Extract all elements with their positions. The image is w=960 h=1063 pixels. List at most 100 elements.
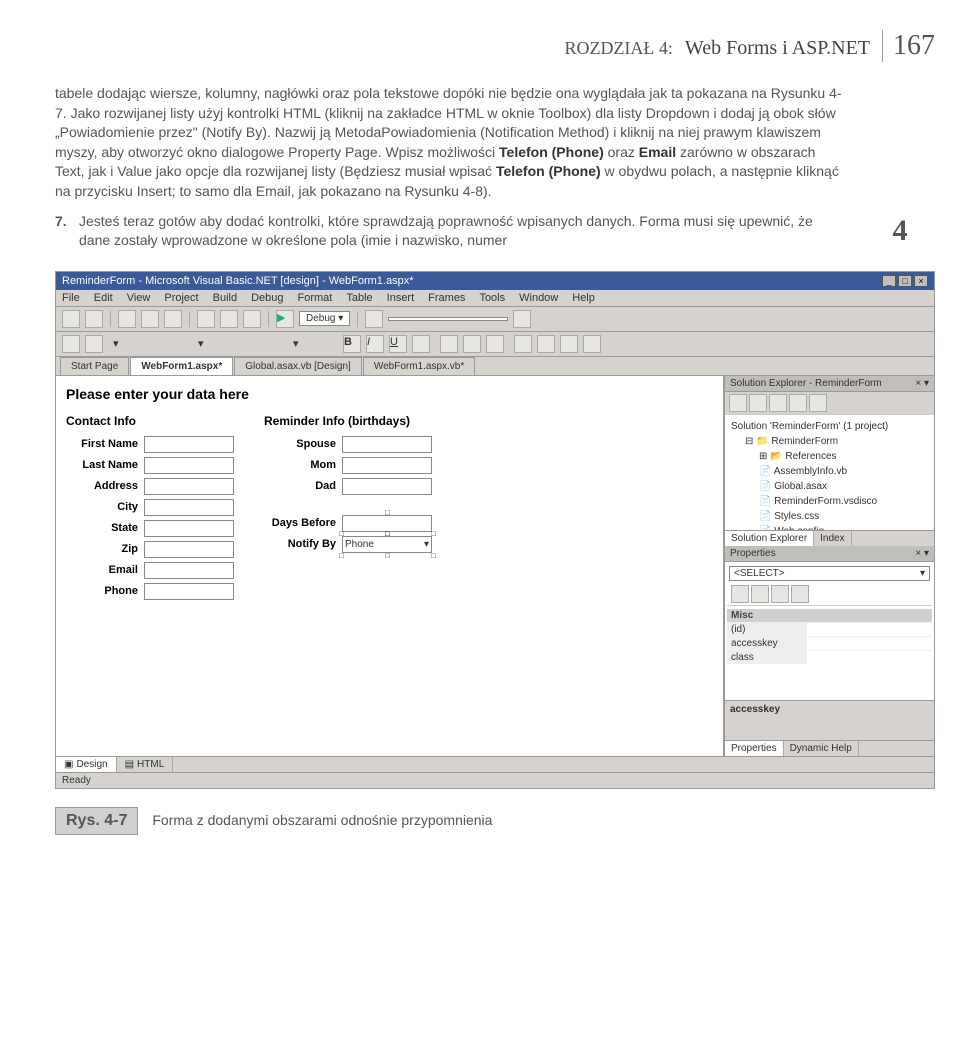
tab-properties[interactable]: Properties <box>725 741 784 756</box>
toolbar-button[interactable] <box>141 310 159 328</box>
tab-dynamic-help[interactable]: Dynamic Help <box>784 741 859 756</box>
minimize-button[interactable]: _ <box>882 275 896 287</box>
align-right-button[interactable] <box>486 335 504 353</box>
menu-tools[interactable]: Tools <box>479 292 505 304</box>
city-input[interactable] <box>144 499 234 516</box>
maximize-button[interactable]: □ <box>898 275 912 287</box>
toolbar-button[interactable] <box>412 335 430 353</box>
zip-input[interactable] <box>144 541 234 558</box>
panel-toolbar-button[interactable] <box>769 394 787 412</box>
panel-toolbar-button[interactable] <box>809 394 827 412</box>
menu-build[interactable]: Build <box>213 292 237 304</box>
format-toolbar: ▾ ▾ ▾ B I U <box>56 332 934 357</box>
menubar: File Edit View Project Build Debug Forma… <box>56 290 934 307</box>
chapter-title: Web Forms i ASP.NET <box>685 37 870 60</box>
menu-view[interactable]: View <box>127 292 151 304</box>
toolbar-button[interactable] <box>197 310 215 328</box>
find-combo[interactable] <box>388 317 508 321</box>
tab-webform[interactable]: WebForm1.aspx* <box>130 357 233 375</box>
window-title: ReminderForm - Microsoft Visual Basic.NE… <box>62 275 414 287</box>
panel-close-icon[interactable]: × ▾ <box>915 548 929 559</box>
config-select[interactable]: Debug ▾ <box>299 311 350 326</box>
menu-file[interactable]: File <box>62 292 80 304</box>
toolbar-button[interactable] <box>243 310 261 328</box>
address-input[interactable] <box>144 478 234 495</box>
mom-input[interactable] <box>342 457 432 474</box>
tab-html[interactable]: ▤ HTML <box>117 757 174 772</box>
toolbar-button[interactable] <box>62 310 80 328</box>
firstname-input[interactable] <box>144 436 234 453</box>
align-center-button[interactable] <box>463 335 481 353</box>
props-toolbar-button[interactable] <box>751 585 769 603</box>
page-header: ROZDZIAŁ 4: Web Forms i ASP.NET 167 <box>55 30 935 62</box>
run-button[interactable]: ▶ <box>276 310 294 328</box>
props-toolbar-button[interactable] <box>771 585 789 603</box>
panel-close-icon[interactable]: × ▾ <box>915 378 929 389</box>
chapter-side-number: 4 <box>865 214 935 248</box>
notifyby-select[interactable]: Phone▾ □ □ □ □ □ □ <box>342 536 432 553</box>
props-toolbar-button[interactable] <box>731 585 749 603</box>
toolbar-button[interactable] <box>365 310 383 328</box>
size-select[interactable]: ▾ <box>293 337 333 350</box>
toolbar-button[interactable] <box>164 310 182 328</box>
menu-project[interactable]: Project <box>164 292 198 304</box>
menu-edit[interactable]: Edit <box>94 292 113 304</box>
toolbar-button[interactable] <box>85 335 103 353</box>
figure-text: Forma z dodanymi obszarami odnośnie przy… <box>152 812 935 829</box>
menu-debug[interactable]: Debug <box>251 292 283 304</box>
col2-header: Reminder Info (birthdays) <box>264 414 432 428</box>
property-description: accesskey <box>725 700 934 740</box>
reminder-info-column: Reminder Info (birthdays) Spouse Mom Dad… <box>264 414 432 600</box>
form-designer[interactable]: Please enter your data here Contact Info… <box>56 376 724 756</box>
close-button[interactable]: × <box>914 275 928 287</box>
font-select[interactable]: ▾ <box>198 337 288 350</box>
dad-input[interactable] <box>342 478 432 495</box>
chapter-prefix: ROZDZIAŁ 4: <box>564 38 672 59</box>
panel-toolbar-button[interactable] <box>729 394 747 412</box>
tab-global[interactable]: Global.asax.vb [Design] <box>234 357 362 375</box>
tab-solution-explorer[interactable]: Solution Explorer <box>725 531 814 546</box>
figure-caption: Rys. 4-7 Forma z dodanymi obszarami odno… <box>55 807 935 835</box>
list-item-7: 7. Jesteś teraz gotów aby dodać kontrolk… <box>55 212 845 251</box>
toolbar-button[interactable] <box>537 335 555 353</box>
underline-button[interactable]: U <box>389 335 407 353</box>
menu-window[interactable]: Window <box>519 292 558 304</box>
lastname-input[interactable] <box>144 457 234 474</box>
menu-table[interactable]: Table <box>346 292 372 304</box>
state-input[interactable] <box>144 520 234 537</box>
contact-info-column: Contact Info First Name Last Name Addres… <box>66 414 234 600</box>
panel-toolbar-button[interactable] <box>789 394 807 412</box>
toolbar-button[interactable] <box>85 310 103 328</box>
style-select[interactable]: ▾ <box>113 337 193 350</box>
menu-format[interactable]: Format <box>298 292 333 304</box>
toolbar-button[interactable] <box>514 335 532 353</box>
toolbar-button[interactable] <box>560 335 578 353</box>
toolbar-button[interactable] <box>220 310 238 328</box>
bold-button[interactable]: B <box>343 335 361 353</box>
tab-index[interactable]: Index <box>814 531 851 546</box>
spouse-input[interactable] <box>342 436 432 453</box>
page-number: 167 <box>882 30 935 62</box>
menu-help[interactable]: Help <box>572 292 595 304</box>
toolbar-button[interactable] <box>62 335 80 353</box>
align-left-button[interactable] <box>440 335 458 353</box>
menu-frames[interactable]: Frames <box>428 292 465 304</box>
props-toolbar-button[interactable] <box>791 585 809 603</box>
solution-tree[interactable]: Solution 'ReminderForm' (1 project) ⊟ 📁 … <box>725 415 934 530</box>
italic-button[interactable]: I <box>366 335 384 353</box>
tab-design[interactable]: ▣ Design <box>56 757 117 772</box>
properties-target-select[interactable]: <SELECT>▾ <box>729 566 930 581</box>
toolbar-button[interactable] <box>583 335 601 353</box>
toolbar-button[interactable] <box>513 310 531 328</box>
tab-codebehind[interactable]: WebForm1.aspx.vb* <box>363 357 475 375</box>
toolbar-button[interactable] <box>118 310 136 328</box>
paragraph-6-cont: tabele dodając wiersze, kolumny, nagłówk… <box>55 84 845 202</box>
phone-input[interactable] <box>144 583 234 600</box>
email-input[interactable] <box>144 562 234 579</box>
panel-toolbar-button[interactable] <box>749 394 767 412</box>
window-titlebar: ReminderForm - Microsoft Visual Basic.NE… <box>56 272 934 290</box>
solution-explorer-panel: Solution Explorer - ReminderForm× ▾ Solu… <box>725 376 934 546</box>
tab-start-page[interactable]: Start Page <box>60 357 129 375</box>
side-column: 4 <box>865 84 935 251</box>
menu-insert[interactable]: Insert <box>387 292 415 304</box>
